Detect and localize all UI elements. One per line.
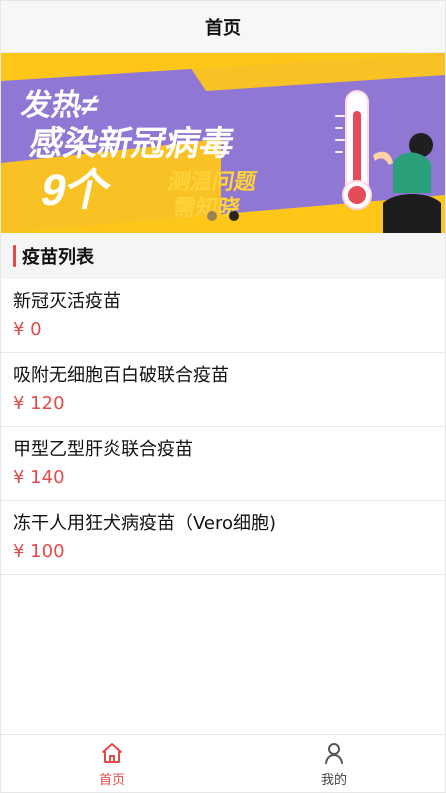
vaccine-list-item[interactable]: 吸附无细胞百白破联合疫苗 ¥ 120: [1, 353, 445, 427]
page-title: 首页: [205, 17, 241, 39]
tab-label-profile: 我的: [320, 773, 347, 788]
top-header: 首页: [1, 1, 445, 53]
app-page: 首页 发热≠ 感染新冠病毒 9个 测温问题 需知晓 疫苗列表 新冠灭活疫苗 ¥ …: [0, 0, 446, 793]
bottom-tabbar: 首页 我的: [1, 734, 445, 792]
home-icon: [102, 743, 122, 763]
vaccine-name: 吸附无细胞百白破联合疫苗: [13, 365, 229, 386]
banner-text-line3a: 测温问题: [166, 169, 259, 194]
banner-image: 发热≠ 感染新冠病毒 9个 测温问题 需知晓: [1, 53, 445, 233]
vaccine-list: 新冠灭活疫苗 ¥ 0 吸附无细胞百白破联合疫苗 ¥ 120 甲型乙型肝炎联合疫苗…: [1, 279, 445, 575]
vaccine-price: ¥ 140: [13, 467, 65, 488]
tab-home[interactable]: 首页: [1, 735, 223, 792]
vaccine-list-item[interactable]: 甲型乙型肝炎联合疫苗 ¥ 140: [1, 427, 445, 501]
tab-profile[interactable]: 我的: [223, 735, 445, 792]
vaccine-price: ¥ 0: [13, 319, 42, 340]
vaccine-list-item[interactable]: 冻干人用狂犬病疫苗（Vero细胞) ¥ 100: [1, 501, 445, 575]
banner-text-count: 9个: [37, 166, 116, 214]
carousel-dot[interactable]: [207, 211, 217, 221]
carousel-dot-active[interactable]: [229, 211, 239, 221]
vaccine-name: 新冠灭活疫苗: [13, 291, 121, 312]
user-icon: [325, 743, 343, 764]
vaccine-name: 冻干人用狂犬病疫苗（Vero细胞): [13, 513, 277, 534]
banner-carousel[interactable]: 发热≠ 感染新冠病毒 9个 测温问题 需知晓: [1, 53, 445, 233]
banner-text-line2: 感染新冠病毒: [27, 125, 238, 163]
vaccine-price: ¥ 120: [13, 393, 65, 414]
section-accent-bar: [13, 245, 16, 267]
carousel-dots: [207, 211, 239, 221]
vaccine-price: ¥ 100: [13, 541, 65, 562]
section-title: 疫苗列表: [22, 247, 94, 268]
vaccine-name: 甲型乙型肝炎联合疫苗: [13, 439, 193, 460]
banner-text-line1: 发热≠: [19, 88, 102, 122]
tab-label-home: 首页: [98, 773, 125, 788]
vaccine-list-item[interactable]: 新冠灭活疫苗 ¥ 0: [1, 279, 445, 353]
section-header: 疫苗列表: [1, 233, 445, 279]
